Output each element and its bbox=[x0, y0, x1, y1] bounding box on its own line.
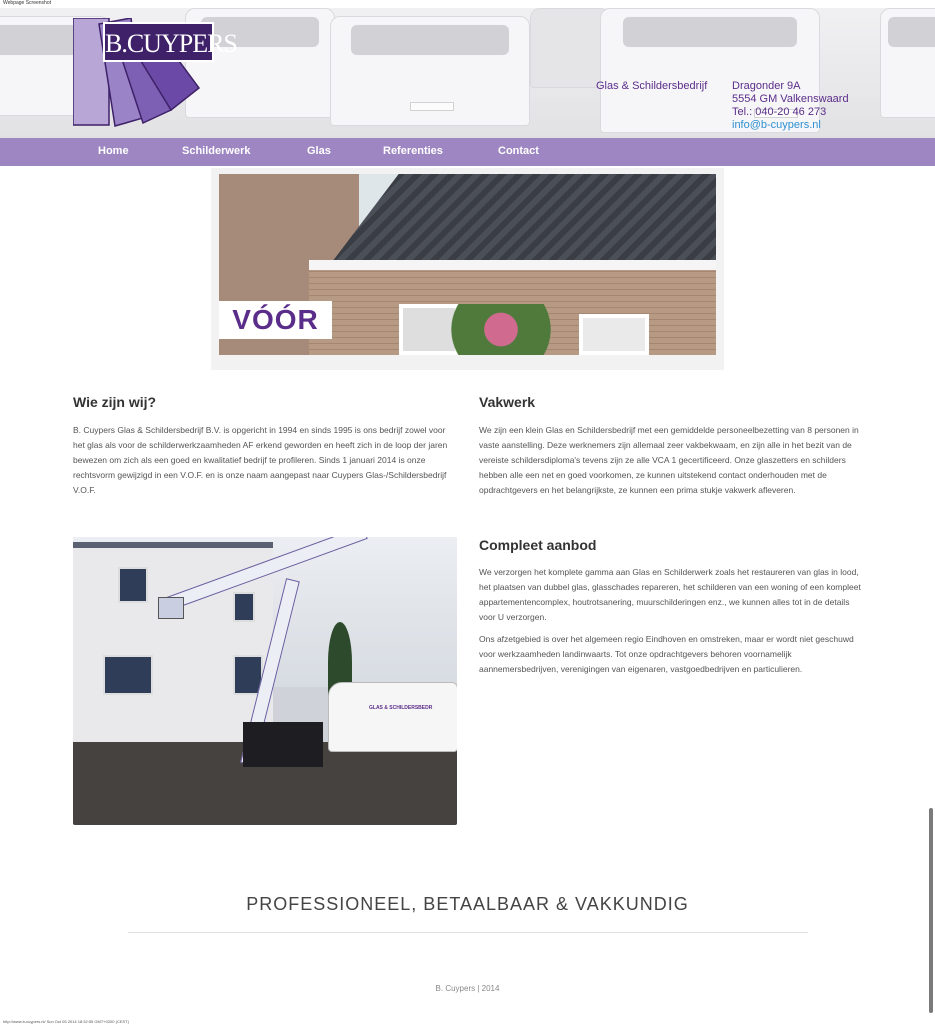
capture-footer: http://www.b-cuypers.nl/ Sun Oct 05 2014… bbox=[3, 1019, 129, 1024]
address-city: 5554 GM Valkenswaard bbox=[732, 93, 849, 105]
company-van: GLAS & SCHILDERSBEDR bbox=[328, 682, 457, 752]
company-address: Dragonder 9A 5554 GM Valkenswaard Tel.: … bbox=[732, 80, 849, 132]
nav-item-home[interactable]: Home bbox=[98, 145, 129, 157]
address-phone: Tel.: 040-20 46 273 bbox=[732, 106, 827, 118]
house-photo: VÓÓR bbox=[219, 174, 716, 355]
site-header: B.CUYPERS Glas & Schildersbedrijf Dragon… bbox=[0, 8, 935, 138]
offer-text-1: We verzorgen het komplete gamma aan Glas… bbox=[479, 567, 861, 622]
nav-item-contact[interactable]: Contact bbox=[498, 145, 539, 157]
page-scrollbar[interactable] bbox=[929, 808, 933, 1013]
image-slider[interactable]: VÓÓR bbox=[211, 168, 724, 370]
about-heading: Wie zijn wij? bbox=[73, 394, 157, 410]
company-logo[interactable]: B.CUYPERS bbox=[72, 17, 238, 128]
aerial-lift-photo: GLAS & SCHILDERSBEDR bbox=[73, 537, 457, 825]
copyright: B. Cuypers | 2014 bbox=[435, 984, 500, 993]
offer-text-2: Ons afzetgebied is over het algemeen reg… bbox=[479, 634, 854, 674]
nav-item-referenties[interactable]: Referenties bbox=[383, 145, 443, 157]
address-street: Dragonder 9A bbox=[732, 80, 801, 92]
footer-divider bbox=[128, 932, 808, 933]
logo-text: B.CUYPERS bbox=[103, 22, 238, 62]
main-nav: Home Schilderwerk Glas Referenties Conta… bbox=[0, 138, 935, 166]
van-lettering: GLAS & SCHILDERSBEDR bbox=[369, 705, 433, 711]
company-tagline: Glas & Schildersbedrijf bbox=[596, 80, 708, 92]
capture-title: Webpage Screenshot bbox=[3, 0, 51, 6]
email-link[interactable]: info@b-cuypers.nl bbox=[732, 119, 849, 132]
slide-label: VÓÓR bbox=[219, 301, 332, 339]
about-text: B. Cuypers Glas & Schildersbedrijf B.V. … bbox=[73, 425, 448, 495]
craft-text: We zijn een klein Glas en Schildersbedri… bbox=[479, 425, 859, 495]
footer-slogan: PROFESSIONEEL, BETAALBAAR & VAKKUNDIG bbox=[246, 894, 689, 914]
nav-item-glas[interactable]: Glas bbox=[307, 145, 331, 157]
offer-heading: Compleet aanbod bbox=[479, 537, 597, 553]
nav-item-schilderwerk[interactable]: Schilderwerk bbox=[182, 145, 250, 157]
craft-heading: Vakwerk bbox=[479, 394, 536, 410]
